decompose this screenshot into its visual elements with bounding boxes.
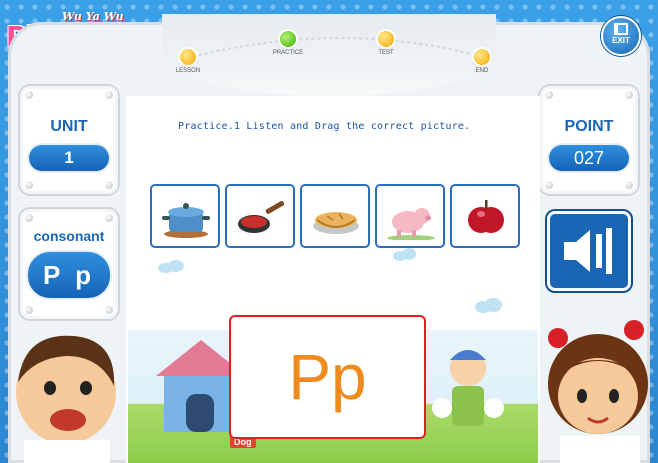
cloud-icon bbox=[158, 260, 184, 273]
unit-panel: UNIT 1 bbox=[20, 86, 118, 194]
step-dot bbox=[378, 31, 394, 47]
progress-step-practice[interactable]: PRACTICE bbox=[258, 31, 318, 56]
picture-card-pot[interactable] bbox=[150, 184, 220, 248]
progress-step-test[interactable]: TEST bbox=[356, 31, 416, 56]
consonant-panel: consonant P p bbox=[20, 209, 118, 319]
apple-icon bbox=[468, 200, 504, 233]
step-dot bbox=[280, 31, 296, 47]
unit-value: 1 bbox=[29, 145, 109, 171]
unit-title: UNIT bbox=[50, 118, 88, 135]
step-label: PRACTICE bbox=[272, 50, 304, 56]
consonant-value: P p bbox=[28, 252, 110, 298]
speaker-icon bbox=[564, 228, 612, 274]
instruction-text: Practice.1 Listen and Drag the correct p… bbox=[178, 121, 471, 132]
screw bbox=[625, 181, 633, 189]
point-title: POINT bbox=[564, 118, 614, 135]
consonant-title: consonant bbox=[33, 228, 105, 244]
pig-icon bbox=[387, 208, 435, 240]
step-dot bbox=[180, 49, 196, 65]
screw bbox=[105, 306, 113, 314]
letter-card[interactable]: Pp bbox=[229, 315, 426, 439]
letter-text: Pp bbox=[288, 341, 367, 413]
screw bbox=[105, 181, 113, 189]
picture-card-apple[interactable] bbox=[450, 184, 520, 248]
sound-button[interactable] bbox=[547, 211, 631, 291]
picture-card-pie[interactable] bbox=[300, 184, 370, 248]
step-label: TEST bbox=[378, 50, 394, 56]
pie-icon bbox=[313, 212, 359, 234]
progress-step-end[interactable]: END bbox=[452, 49, 512, 74]
step-label: END bbox=[475, 68, 489, 74]
cloud-icon bbox=[393, 248, 416, 261]
frying-pan-icon bbox=[238, 201, 285, 233]
screw bbox=[105, 214, 113, 222]
step-dot bbox=[474, 49, 490, 65]
boy-character bbox=[16, 335, 116, 463]
picture-card-pig[interactable] bbox=[375, 184, 445, 248]
progress-step-lesson[interactable]: LESSON bbox=[158, 49, 218, 74]
door-icon bbox=[614, 23, 628, 35]
screw bbox=[105, 91, 113, 99]
screw bbox=[25, 91, 33, 99]
exit-label: EXIT bbox=[612, 36, 630, 45]
point-value: 027 bbox=[549, 145, 629, 171]
exit-button[interactable]: EXIT bbox=[601, 16, 641, 56]
cloud-icon bbox=[475, 298, 502, 313]
screw bbox=[545, 181, 553, 189]
step-label: LESSON bbox=[175, 68, 201, 74]
point-panel: POINT 027 bbox=[540, 86, 638, 194]
screw bbox=[545, 91, 553, 99]
picture-card-pan[interactable] bbox=[225, 184, 295, 248]
screw bbox=[25, 306, 33, 314]
pot-icon bbox=[162, 203, 210, 238]
boy-with-dog-icon bbox=[432, 350, 504, 426]
screw bbox=[25, 181, 33, 189]
screw bbox=[625, 91, 633, 99]
screw bbox=[25, 214, 33, 222]
girl-character bbox=[548, 320, 648, 463]
